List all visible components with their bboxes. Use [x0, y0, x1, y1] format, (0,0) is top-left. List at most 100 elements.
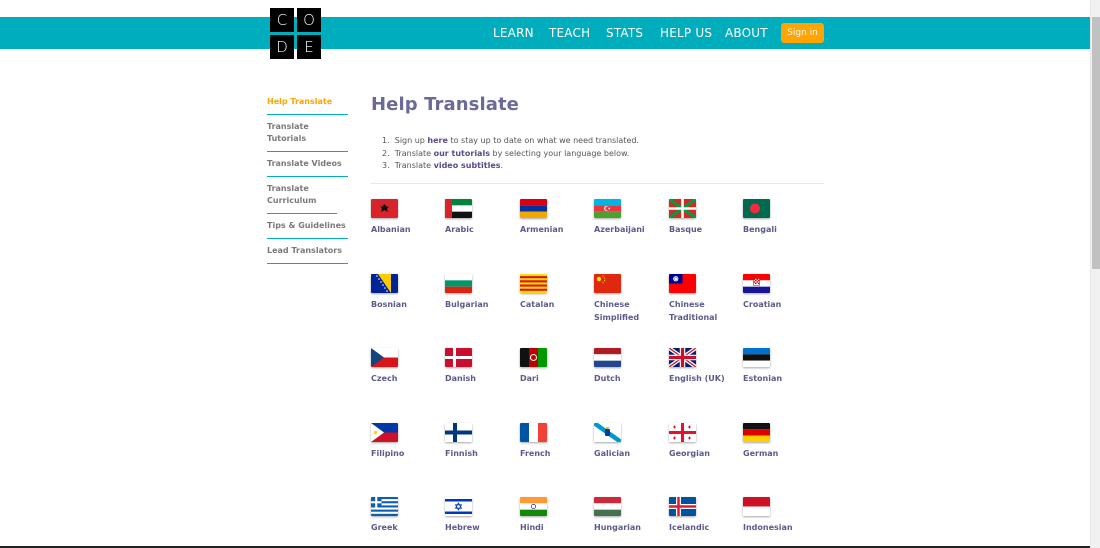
- finland-flag-icon[interactable]: [445, 423, 472, 442]
- language-name[interactable]: Icelandic: [669, 522, 741, 535]
- language-name[interactable]: Finnish: [445, 448, 517, 461]
- scrollbar[interactable]: [1090, 0, 1100, 548]
- language-name[interactable]: Dari: [520, 373, 592, 386]
- uae-flag-icon[interactable]: [445, 199, 472, 218]
- language-item[interactable]: Croatian: [743, 274, 815, 312]
- afghanistan-flag-icon[interactable]: [520, 348, 547, 367]
- language-item[interactable]: Catalan: [520, 274, 592, 312]
- language-name[interactable]: Hindi: [520, 522, 592, 535]
- language-name[interactable]: Hebrew: [445, 522, 517, 535]
- our-tutorials-link[interactable]: our tutorials: [434, 149, 490, 158]
- language-name[interactable]: Danish: [445, 373, 517, 386]
- sidebar-item-lead-translators[interactable]: Lead Translators: [267, 239, 348, 264]
- language-item[interactable]: Dari: [520, 348, 592, 386]
- nav-stats[interactable]: STATS: [606, 26, 643, 40]
- estonia-flag-icon[interactable]: [743, 348, 770, 367]
- croatia-flag-icon[interactable]: [743, 274, 770, 293]
- language-item[interactable]: Azerbaijani: [594, 199, 666, 237]
- language-name[interactable]: English (UK): [669, 373, 741, 386]
- denmark-flag-icon[interactable]: [445, 348, 472, 367]
- albania-flag-icon[interactable]: [371, 199, 398, 218]
- language-item[interactable]: Armenian: [520, 199, 592, 237]
- language-item[interactable]: Greek: [371, 497, 443, 535]
- germany-flag-icon[interactable]: [743, 423, 770, 442]
- language-name[interactable]: Chinese Simplified: [594, 299, 666, 324]
- language-name[interactable]: Arabic: [445, 224, 517, 237]
- language-item[interactable]: Bengali: [743, 199, 815, 237]
- language-item[interactable]: Galician: [594, 423, 666, 461]
- language-item[interactable]: Indonesian: [743, 497, 815, 535]
- sign-up-here-link[interactable]: here: [427, 136, 448, 145]
- language-item[interactable]: Hindi: [520, 497, 592, 535]
- language-name[interactable]: Filipino: [371, 448, 443, 461]
- language-name[interactable]: Indonesian: [743, 522, 815, 535]
- language-name[interactable]: Basque: [669, 224, 741, 237]
- video-subtitles-link[interactable]: video subtitles: [434, 161, 501, 170]
- language-item[interactable]: Filipino: [371, 423, 443, 461]
- sidebar-item-help-translate[interactable]: Help Translate: [267, 90, 348, 115]
- language-name[interactable]: Chinese Traditional: [669, 299, 741, 324]
- language-item[interactable]: Chinese Traditional: [669, 274, 741, 324]
- language-name[interactable]: Galician: [594, 448, 666, 461]
- nav-teach[interactable]: TEACH: [549, 26, 590, 40]
- language-item[interactable]: German: [743, 423, 815, 461]
- bosnia-flag-icon[interactable]: [371, 274, 398, 293]
- language-item[interactable]: Georgian: [669, 423, 741, 461]
- language-item[interactable]: Bulgarian: [445, 274, 517, 312]
- language-item[interactable]: Finnish: [445, 423, 517, 461]
- nav-help-us[interactable]: HELP US: [660, 26, 712, 40]
- language-item[interactable]: Arabic: [445, 199, 517, 237]
- greece-flag-icon[interactable]: [371, 497, 398, 516]
- language-name[interactable]: Armenian: [520, 224, 592, 237]
- language-name[interactable]: Bosnian: [371, 299, 443, 312]
- language-item[interactable]: Hungarian: [594, 497, 666, 535]
- scrollbar-thumb[interactable]: [1092, 17, 1100, 269]
- hungary-flag-icon[interactable]: [594, 497, 621, 516]
- armenia-flag-icon[interactable]: [520, 199, 547, 218]
- language-name[interactable]: Hungarian: [594, 522, 666, 535]
- nav-learn[interactable]: LEARN: [493, 26, 534, 40]
- language-item[interactable]: Danish: [445, 348, 517, 386]
- bangladesh-flag-icon[interactable]: [743, 199, 770, 218]
- language-item[interactable]: English (UK): [669, 348, 741, 386]
- language-name[interactable]: French: [520, 448, 592, 461]
- language-item[interactable]: Icelandic: [669, 497, 741, 535]
- language-name[interactable]: German: [743, 448, 815, 461]
- language-name[interactable]: Catalan: [520, 299, 592, 312]
- azerbaijan-flag-icon[interactable]: [594, 199, 621, 218]
- sidebar-item-translate-curriculum[interactable]: Translate Curriculum: [267, 177, 337, 214]
- china-flag-icon[interactable]: [594, 274, 621, 293]
- language-item[interactable]: Estonian: [743, 348, 815, 386]
- language-name[interactable]: Greek: [371, 522, 443, 535]
- taiwan-flag-icon[interactable]: [669, 274, 696, 293]
- language-name[interactable]: Czech: [371, 373, 443, 386]
- language-name[interactable]: Bulgarian: [445, 299, 517, 312]
- iceland-flag-icon[interactable]: [669, 497, 696, 516]
- sidebar-item-tips-guidelines[interactable]: Tips & Guidelines: [267, 214, 348, 239]
- indonesia-flag-icon[interactable]: [743, 497, 770, 516]
- sidebar-item-translate-tutorials[interactable]: Translate Tutorials: [267, 115, 348, 152]
- basque-flag-icon[interactable]: [669, 199, 696, 218]
- georgia-flag-icon[interactable]: [669, 423, 696, 442]
- philippines-flag-icon[interactable]: [371, 423, 398, 442]
- language-name[interactable]: Estonian: [743, 373, 815, 386]
- language-item[interactable]: Basque: [669, 199, 741, 237]
- catalonia-flag-icon[interactable]: [520, 274, 547, 293]
- language-item[interactable]: French: [520, 423, 592, 461]
- israel-flag-icon[interactable]: [445, 497, 472, 516]
- language-name[interactable]: Croatian: [743, 299, 815, 312]
- galicia-flag-icon[interactable]: [594, 423, 621, 442]
- nav-about[interactable]: ABOUT: [725, 26, 768, 40]
- language-name[interactable]: Azerbaijani: [594, 224, 666, 237]
- bulgaria-flag-icon[interactable]: [445, 274, 472, 293]
- language-item[interactable]: Czech: [371, 348, 443, 386]
- language-item[interactable]: Chinese Simplified: [594, 274, 666, 324]
- code-logo[interactable]: C O D E: [270, 8, 321, 59]
- language-item[interactable]: Dutch: [594, 348, 666, 386]
- language-name[interactable]: Bengali: [743, 224, 815, 237]
- sidebar-item-translate-videos[interactable]: Translate Videos: [267, 152, 348, 177]
- sign-in-button[interactable]: Sign in: [781, 23, 824, 43]
- india-flag-icon[interactable]: [520, 497, 547, 516]
- language-name[interactable]: Dutch: [594, 373, 666, 386]
- netherlands-flag-icon[interactable]: [594, 348, 621, 367]
